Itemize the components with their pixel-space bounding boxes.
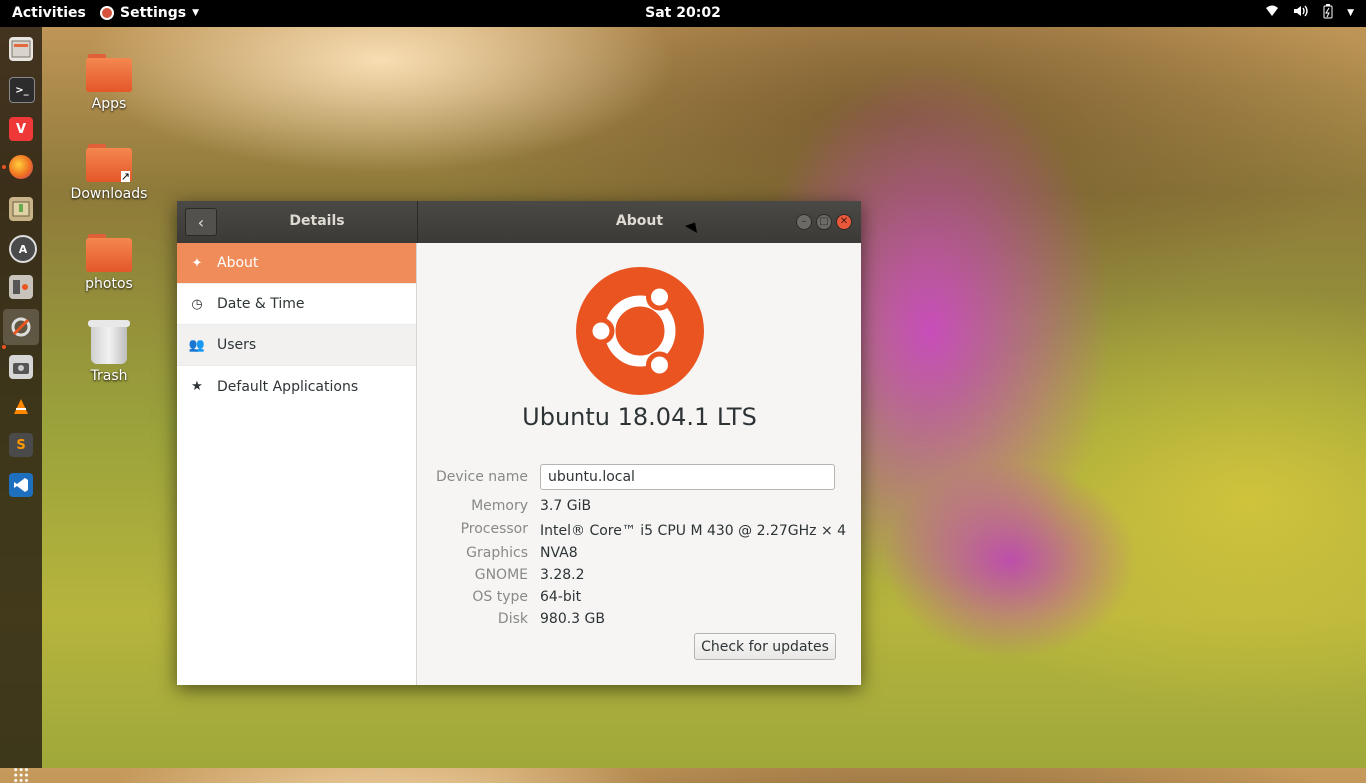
desktop-icon-label: Trash [90,368,128,384]
chevron-left-icon: ‹ [197,212,205,232]
clock-container: Sat 20:02 [0,5,1366,21]
ubuntu-logo-icon [576,267,704,395]
info-value: 64-bit [540,589,582,605]
system-monitor-icon[interactable] [9,275,33,299]
device-name-field[interactable] [540,464,835,490]
settings-window: ‹ Details About – □ ✕ ✦ About ◷ Date & T… [177,201,861,685]
os-name: Ubuntu 18.04.1 LTS [522,403,757,431]
vscode-icon[interactable] [9,473,33,497]
maximize-button[interactable]: □ [816,214,832,230]
desktop-icon-trash[interactable]: Trash [64,320,154,384]
sidebar-item-default-applications[interactable]: ★ Default Applications [177,366,416,407]
sidebar-item-label: Users [217,337,257,353]
sidebar-item-users[interactable]: 👥 Users [177,325,416,366]
desktop-icon-label: Downloads [70,186,148,202]
users-icon: 👥 [188,337,206,353]
app-menu-label: Settings [120,5,187,21]
settings-app-icon [100,6,114,20]
folder-icon [86,54,132,92]
device-name-label: Device name [435,469,528,485]
info-label: OS type [472,589,528,605]
app-menu[interactable]: Settings ▼ [100,5,199,21]
info-label: Processor [460,521,528,537]
sidebar-title: Details [289,213,345,229]
check-for-updates-button[interactable]: Check for updates [694,633,836,660]
settings-dock-icon[interactable] [3,309,39,345]
sidebar: ✦ About ◷ Date & Time 👥 Users ★ Default … [177,243,417,685]
sidebar-item-label: Date & Time [217,296,305,312]
files-icon[interactable] [9,37,33,61]
info-value: 980.3 GB [540,611,605,627]
window-header[interactable]: ‹ Details About – □ ✕ [177,201,861,243]
folder-icon [86,234,132,272]
minimize-button[interactable]: – [796,214,812,230]
vivaldi-icon[interactable]: V [9,117,33,141]
show-applications-icon[interactable] [13,767,29,783]
running-indicator [2,345,6,349]
info-value: NVA8 [540,545,578,561]
volume-icon[interactable] [1293,4,1309,23]
activities-button[interactable]: Activities [12,5,86,21]
terminal-icon[interactable]: >_ [9,77,35,103]
software-updater-icon[interactable]: A [9,235,37,263]
about-panel: Ubuntu 18.04.1 LTS Device name Memory 3.… [418,243,861,685]
sidebar-item-about[interactable]: ✦ About [177,243,416,284]
chevron-down-icon: ▼ [192,8,200,18]
dock: >_ V A S [0,27,42,783]
sidebar-item-label: About [217,255,259,271]
desktop-icon-photos[interactable]: photos [64,234,154,292]
info-label: Memory [471,498,528,514]
wifi-icon[interactable] [1265,4,1279,23]
info-label: GNOME [474,567,528,583]
desktop-icon-label: photos [85,276,133,292]
info-value: 3.28.2 [540,567,585,583]
vlc-icon[interactable] [9,395,33,419]
screenshot-icon[interactable] [9,355,33,379]
info-label: Graphics [466,545,528,561]
desktop-icon-apps[interactable]: Apps [64,54,154,112]
sparkle-icon: ✦ [191,255,203,271]
star-icon: ★ [191,379,203,394]
firefox-icon[interactable] [9,155,33,179]
info-value: 3.7 GiB [540,498,592,514]
battery-icon[interactable] [1323,4,1333,23]
system-menu-arrow-icon[interactable]: ▼ [1347,4,1354,23]
trash-icon [88,320,130,364]
close-button[interactable]: ✕ [836,214,852,230]
back-button[interactable]: ‹ [185,208,217,236]
archive-manager-icon[interactable] [9,197,33,221]
clock[interactable]: Sat 20:02 [645,5,721,21]
sidebar-item-date-time[interactable]: ◷ Date & Time [177,284,416,325]
folder-link-icon: ↗ [86,144,132,182]
sublime-text-icon[interactable]: S [9,433,33,457]
sidebar-header: ‹ Details [177,201,418,243]
sidebar-item-label: Default Applications [217,378,359,395]
top-bar: Activities Settings ▼ Sat 20:02 ▼ [0,0,1366,27]
info-value: Intel® Core™ i5 CPU M 430 @ 2.27GHz × 4 [540,523,847,539]
running-indicator [2,165,6,169]
clock-icon: ◷ [191,296,203,312]
info-label: Disk [497,611,528,627]
desktop-icon-downloads[interactable]: ↗ Downloads [64,144,154,202]
window-title: About [615,213,664,229]
desktop-icon-label: Apps [91,96,127,112]
system-tray[interactable]: ▼ [1265,4,1354,23]
